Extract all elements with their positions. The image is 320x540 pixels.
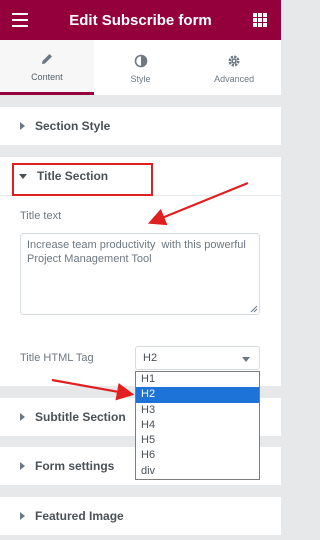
pencil-icon — [40, 50, 54, 68]
option-h2[interactable]: H2 — [136, 387, 259, 403]
panel-tabs: Content Style Advanced — [0, 40, 281, 96]
tab-advanced[interactable]: Advanced — [187, 40, 281, 95]
option-div[interactable]: div — [136, 464, 259, 479]
caret-right-icon — [20, 462, 25, 470]
section-style-label: Section Style — [35, 119, 111, 133]
form-settings-label: Form settings — [35, 459, 115, 473]
menu-icon[interactable] — [12, 13, 28, 27]
featured-image-label: Featured Image — [35, 509, 124, 523]
title-html-tag-label: Title HTML Tag — [20, 352, 94, 364]
featured-image-header[interactable]: Featured Image — [0, 497, 281, 535]
tab-style[interactable]: Style — [94, 40, 188, 95]
tab-style-label: Style — [130, 73, 151, 84]
caret-right-icon — [20, 413, 25, 421]
title-text-label: Title text — [20, 210, 62, 222]
option-h5[interactable]: H5 — [136, 433, 259, 448]
caret-right-icon — [20, 122, 25, 130]
option-h6[interactable]: H6 — [136, 448, 259, 463]
editor-header: Edit Subscribe form — [0, 0, 281, 40]
panel-title: Edit Subscribe form — [69, 11, 212, 29]
option-h3[interactable]: H3 — [136, 403, 259, 418]
option-h4[interactable]: H4 — [136, 418, 259, 433]
tab-content[interactable]: Content — [0, 40, 94, 95]
html-tag-dropdown-list: H1 H2 H3 H4 H5 H6 div — [135, 371, 260, 481]
subtitle-section-label: Subtitle Section — [35, 410, 126, 424]
caret-right-icon — [20, 512, 25, 520]
title-html-tag-select[interactable]: H2 — [135, 346, 260, 370]
half-circle-icon — [134, 52, 148, 70]
annotation-highlight-box — [12, 163, 153, 196]
tab-advanced-label: Advanced — [214, 73, 255, 84]
option-h1[interactable]: H1 — [136, 372, 259, 387]
resize-grip-icon[interactable] — [250, 305, 258, 313]
section-style-header[interactable]: Section Style — [0, 107, 281, 145]
title-text-input[interactable]: Increase team productivity with this pow… — [20, 233, 260, 315]
title-html-tag-value: H2 — [143, 352, 158, 364]
chevron-down-icon — [242, 357, 250, 362]
tab-content-label: Content — [31, 72, 63, 82]
widgets-grid-icon[interactable] — [253, 13, 267, 27]
gear-icon — [227, 52, 241, 70]
